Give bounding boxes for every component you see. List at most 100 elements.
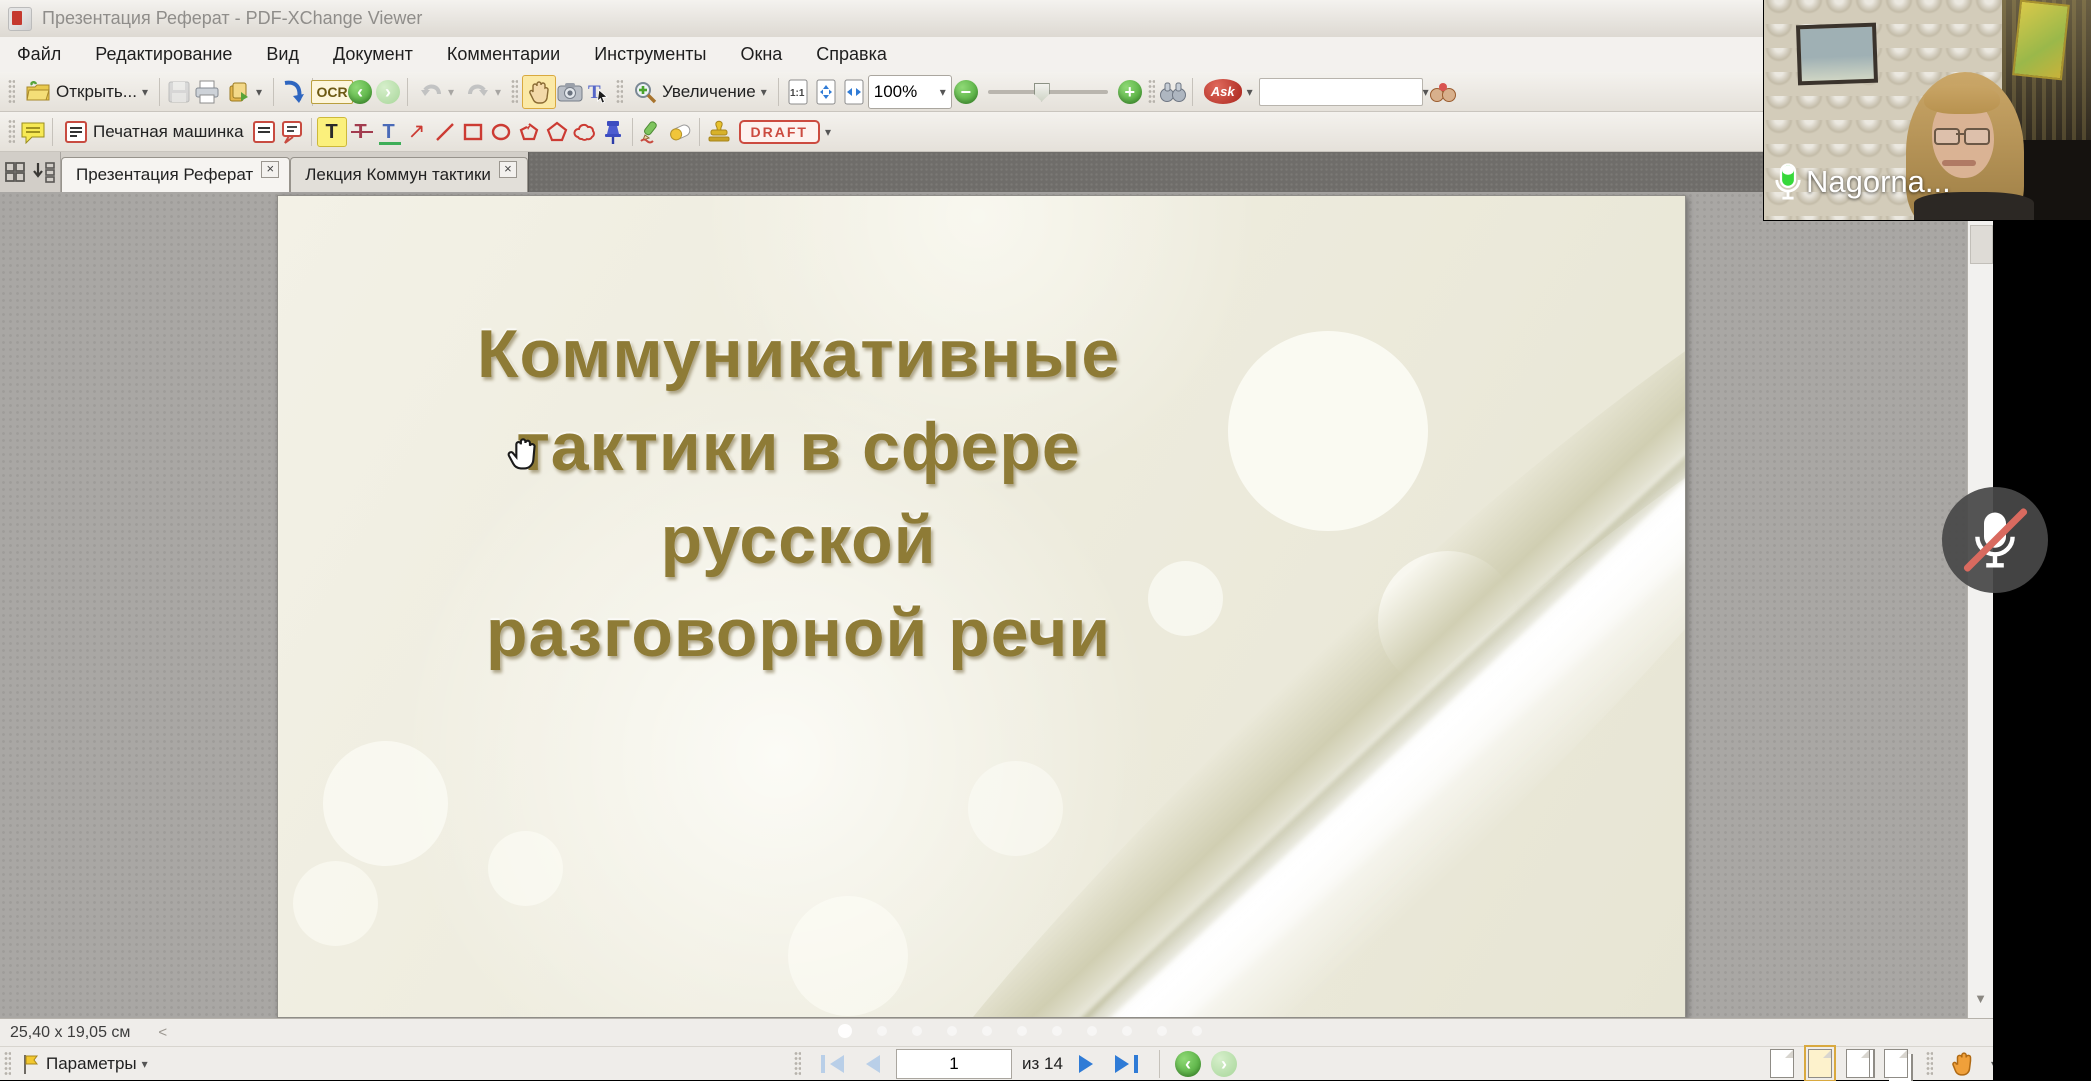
zoom-slider[interactable] (988, 90, 1108, 94)
typewriter-button[interactable]: Печатная машинка (58, 115, 250, 149)
document-area[interactable]: Коммуникативные тактики в сфере русской … (0, 192, 1993, 1018)
fit-width-button[interactable] (840, 78, 868, 106)
history-forward-button[interactable]: › (374, 78, 402, 106)
single-page-view-button[interactable] (1770, 1049, 1794, 1078)
scrollbar-thumb[interactable] (1970, 225, 1993, 264)
toolbar-grip[interactable] (616, 79, 623, 105)
print-icon (194, 80, 220, 104)
toolbar-grip[interactable] (8, 79, 15, 105)
zoom-out-button[interactable]: − (952, 78, 980, 106)
menu-edit[interactable]: Редактирование (78, 37, 249, 72)
hand-tool-button[interactable] (522, 75, 556, 109)
options-button[interactable]: Параметры ▾ (15, 1047, 154, 1081)
rectangle-tool-button[interactable] (459, 118, 487, 146)
exclusive-hand-icon[interactable] (1951, 1051, 1977, 1077)
slide-title-line: тактики в сфере (278, 401, 1319, 494)
first-page-button[interactable] (815, 1047, 850, 1081)
title-bar[interactable]: Презентация Реферат - PDF-XChange Viewer (0, 0, 1993, 37)
cloud-tool-button[interactable] (571, 118, 599, 146)
ask-search-input[interactable] (1259, 78, 1423, 106)
hand-cursor (505, 435, 539, 475)
menu-windows[interactable]: Окна (723, 37, 799, 72)
export-button[interactable]: ▾ (221, 75, 268, 109)
zoom-slider-thumb[interactable] (1034, 83, 1050, 102)
redo-button[interactable]: ▾ (460, 75, 507, 109)
arrow-tool-button[interactable]: ↗ (403, 118, 431, 146)
webcam-video[interactable]: Nagorna... (1764, 0, 2091, 220)
menu-document[interactable]: Документ (316, 37, 430, 72)
next-page-button[interactable] (1073, 1047, 1099, 1081)
stamp-tool-button[interactable] (705, 118, 733, 146)
open-button[interactable]: Открыть... ▾ (19, 75, 154, 109)
line-tool-button[interactable] (431, 118, 459, 146)
email-button[interactable] (279, 78, 307, 106)
ocr-button[interactable]: OCR (318, 78, 346, 106)
status-grip[interactable] (4, 1051, 11, 1077)
strikeout-icon: T (354, 122, 366, 142)
web-search-button[interactable] (1429, 78, 1457, 106)
sticky-note-button[interactable] (19, 118, 47, 146)
toolbar-grip[interactable] (511, 79, 518, 105)
toolbar-grip[interactable] (8, 119, 15, 145)
zoom-actual-button[interactable]: 1:1 (784, 78, 812, 106)
ask-toolbar-button[interactable]: Ask ▾ (1198, 75, 1259, 109)
menu-file[interactable]: Файл (0, 37, 78, 72)
mic-muted-button[interactable] (1942, 487, 2048, 593)
stamp-preview-button[interactable]: DRAFT ▾ (733, 115, 837, 149)
find-button[interactable] (1159, 78, 1187, 106)
pdf-viewer-window: Презентация Реферат - PDF-XChange Viewer… (0, 0, 1993, 1080)
continuous-view-button[interactable] (1808, 1049, 1832, 1078)
scrollbar-down-arrow[interactable]: ▼ (1970, 988, 1991, 1010)
thumbnails-panel-icon[interactable] (4, 161, 26, 183)
folder-open-icon (25, 81, 51, 103)
facing-pages-view-button[interactable] (1846, 1049, 1870, 1078)
eraser-tool-button[interactable] (666, 118, 694, 146)
select-text-button[interactable]: T (584, 78, 612, 106)
toolbar-grip[interactable] (1148, 79, 1155, 105)
underline-text-button[interactable]: T (375, 118, 403, 146)
slide-title-line: Коммуникативные (278, 308, 1319, 401)
print-button[interactable] (193, 78, 221, 106)
oval-tool-button[interactable] (487, 118, 515, 146)
slide-page-1[interactable]: Коммуникативные тактики в сфере русской … (277, 195, 1686, 1018)
last-page-button[interactable] (1109, 1047, 1144, 1081)
vertical-scrollbar[interactable]: ▼ (1967, 192, 1993, 1018)
snapshot-button[interactable] (556, 78, 584, 106)
page-number-input[interactable] (896, 1049, 1012, 1079)
history-back-button-status[interactable]: ‹ (1175, 1051, 1201, 1077)
menu-comments[interactable]: Комментарии (430, 37, 577, 72)
tab-presentation-referat[interactable]: Презентация Реферат × (61, 157, 290, 192)
undo-button[interactable]: ▾ (413, 75, 460, 109)
tab-lekcia-kommun-taktiki[interactable]: Лекция Коммун тактики × (290, 157, 528, 192)
fit-page-button[interactable] (812, 78, 840, 106)
menu-tools[interactable]: Инструменты (577, 37, 723, 72)
zoom-in-button[interactable]: + (1116, 78, 1144, 106)
dock-tabs-icon[interactable] (32, 161, 56, 183)
polygon-tool-button[interactable] (543, 118, 571, 146)
status-grip[interactable] (1926, 1051, 1933, 1077)
tab-close-icon[interactable]: × (499, 161, 517, 178)
highlight-text-button[interactable]: T (317, 117, 347, 147)
previous-page-icon (866, 1055, 880, 1073)
collapse-chevron-icon[interactable]: < (158, 1024, 167, 1041)
callout-icon (279, 120, 305, 144)
zoom-caret-icon: ▾ (761, 87, 767, 97)
callout-button[interactable] (278, 118, 306, 146)
text-box-button[interactable] (250, 118, 278, 146)
pencil-tool-button[interactable] (638, 118, 666, 146)
zoom-tool-button[interactable]: Увеличение ▾ (627, 75, 773, 109)
history-back-button[interactable]: ‹ (346, 78, 374, 106)
pin-tool-button[interactable] (599, 118, 627, 146)
status-grip[interactable] (794, 1051, 801, 1077)
fit-page-icon (815, 79, 837, 105)
history-forward-button-status[interactable]: › (1211, 1051, 1237, 1077)
menu-view[interactable]: Вид (249, 37, 316, 72)
save-button[interactable] (165, 78, 193, 106)
zoom-level-combo[interactable]: 100% ▾ (868, 75, 952, 109)
polyline-tool-button[interactable] (515, 118, 543, 146)
strikeout-text-button[interactable]: T (347, 118, 375, 146)
continuous-facing-view-button[interactable] (1884, 1049, 1908, 1078)
tab-close-icon[interactable]: × (261, 161, 279, 178)
previous-page-button[interactable] (860, 1047, 886, 1081)
menu-help[interactable]: Справка (799, 37, 904, 72)
